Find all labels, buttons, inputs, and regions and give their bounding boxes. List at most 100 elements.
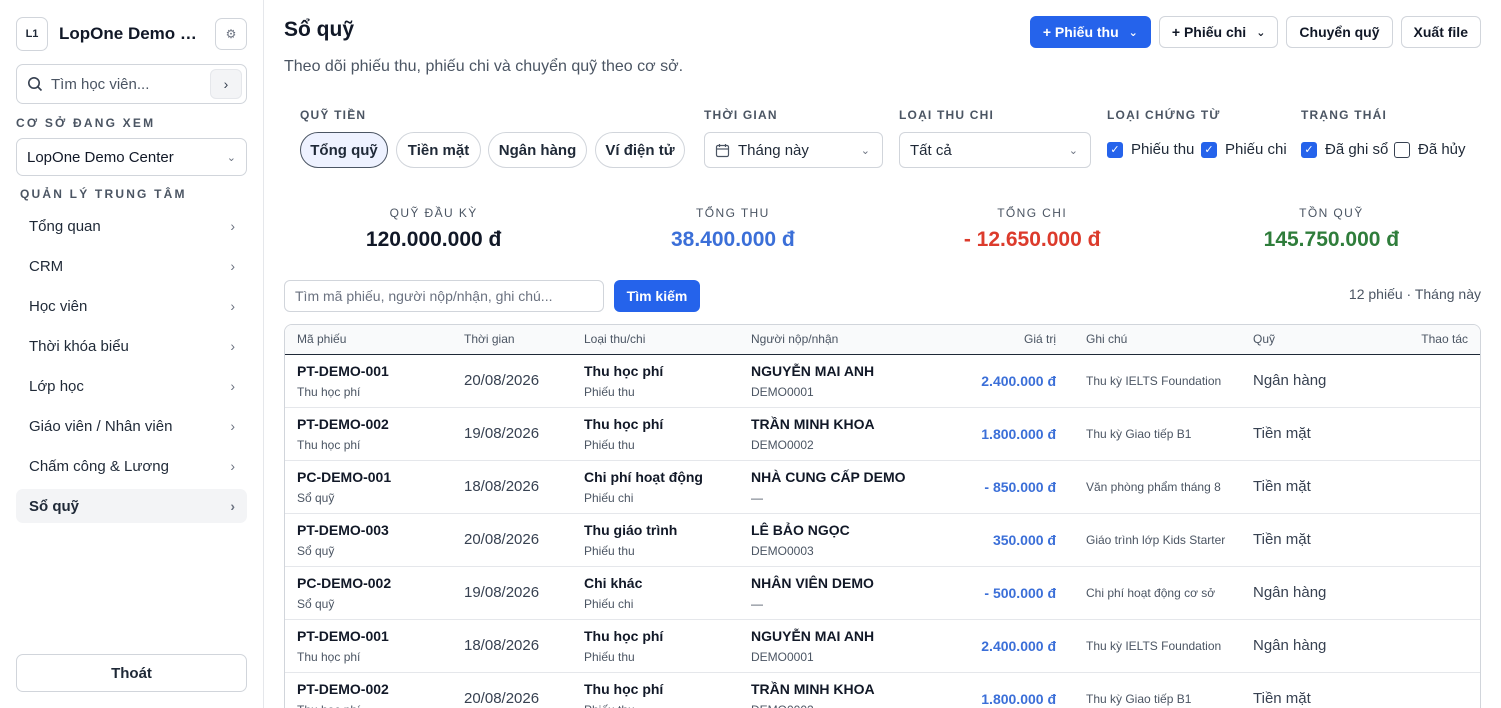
gear-icon[interactable]: ⚙ — [215, 18, 247, 50]
col-time[interactable]: Thời gian — [452, 325, 572, 355]
sidebar-item-staff[interactable]: Giáo viên / Nhân viên › — [16, 409, 247, 443]
time-select[interactable]: Tháng này ⌄ — [704, 132, 883, 168]
stat-expense: Tổng chi - 12.650.000 đ — [883, 206, 1182, 262]
search-button[interactable]: Tìm kiếm — [614, 280, 700, 312]
table-row[interactable]: PT-DEMO-001 Thu học phí 20/08/2026 Thu học … — [285, 354, 1480, 408]
fund-pill-ewallet[interactable]: Ví điện tử — [595, 132, 685, 168]
sidebar-item-overview[interactable]: Tổng quan › — [16, 209, 247, 243]
voucher-code[interactable]: PT-DEMO-002 — [297, 681, 452, 697]
sidebar-item-classes[interactable]: Lớp học › — [16, 369, 247, 403]
checkbox-empty-icon — [1394, 141, 1410, 158]
chevron-right-icon: › — [230, 218, 235, 234]
new-receipt-button[interactable]: + Phiếu thu ⌄ — [1029, 16, 1151, 48]
voucher-person: NHÂN VIÊN DEMO — [751, 574, 874, 591]
voucher-code[interactable]: PC-DEMO-002 — [297, 575, 452, 591]
export-button[interactable]: Xuất file — [1400, 16, 1481, 48]
voucher-type: Chi khác — [584, 574, 643, 591]
sidebar-item-students[interactable]: Học viên › — [16, 289, 247, 323]
logout-button[interactable]: Thoát — [16, 654, 247, 692]
voucher-code[interactable]: PT-DEMO-003 — [297, 522, 452, 538]
sidebar-item-label: Thời khóa biểu — [29, 337, 129, 355]
table-row[interactable]: PT-DEMO-002 Thu học phí 19/08/2026 Thu học … — [285, 407, 1480, 461]
voucher-code-sub: Thu học phí — [297, 649, 361, 664]
table-row[interactable]: PT-DEMO-002Thu học phí20/08/2026Thu học … — [285, 672, 1480, 708]
cell-note: Thu kỳ IELTS Foundation — [1074, 354, 1241, 408]
sidebar-item-payroll[interactable]: Chấm công & Lương › — [16, 449, 247, 483]
new-payment-button[interactable]: + Phiếu chi ⌄ — [1158, 16, 1279, 48]
type-select[interactable]: Tất cả ⌄ — [899, 132, 1091, 168]
chevron-right-icon: › — [230, 338, 235, 354]
chevron-right-icon: › — [230, 298, 235, 314]
stat-value: 120.000.000 đ — [365, 228, 502, 251]
doc-receipt-checkbox[interactable]: ✓ Phiếu thu — [1107, 141, 1194, 158]
col-type[interactable]: Loại thu/chi — [572, 325, 739, 355]
voucher-code[interactable]: PT-DEMO-002 — [297, 416, 452, 432]
cell-actions — [1361, 566, 1480, 620]
voucher-code[interactable]: PC-DEMO-001 — [297, 469, 452, 485]
sidebar-item-timetable[interactable]: Thời khóa biểu › — [16, 329, 247, 363]
cell-person: NGUYỄN MAI ANH DEMO0001 — [739, 619, 919, 673]
voucher-type-sub: Phiếu chi — [584, 596, 634, 611]
fund-pill-cash[interactable]: Tiền mặt — [396, 132, 481, 168]
table-row[interactable]: PC-DEMO-002 Sổ quỹ 19/08/2026 Chi khác Phiếu… — [285, 566, 1480, 620]
fund-pill-bank[interactable]: Ngân hàng — [488, 132, 587, 168]
voucher-code-sub: Thu học phí — [297, 703, 452, 708]
cell-note: Thu kỳ Giao tiếp B1 — [1074, 407, 1241, 461]
status-filter-label: Trạng thái — [1301, 108, 1387, 122]
search-icon — [28, 77, 43, 92]
cell-type: Thu học phí Phiếu thu — [572, 354, 739, 408]
student-search-placeholder: Tìm học viên... — [51, 75, 150, 93]
voucher-code[interactable]: PT-DEMO-001 — [297, 628, 452, 644]
col-fund[interactable]: Quỹ — [1241, 325, 1361, 355]
logo[interactable]: L1 — [16, 17, 48, 51]
fund-pill-total[interactable]: Tổng quỹ — [300, 132, 388, 168]
transfer-button[interactable]: Chuyển quỹ — [1286, 16, 1393, 48]
voucher-type: Thu học phí — [584, 627, 664, 644]
cell-note: Thu kỳ IELTS Foundation — [1074, 619, 1241, 673]
voucher-person-sub: — — [751, 596, 763, 611]
doc-payment-checkbox[interactable]: ✓ Phiếu chi — [1201, 141, 1287, 158]
table-row[interactable]: PC-DEMO-001 Sổ quỹ 18/08/2026 Chi phí hoạt … — [285, 460, 1480, 514]
cell-type: Thu học phí Phiếu thu — [572, 672, 739, 708]
time-filter-label: Thời gian — [704, 108, 778, 122]
cell-type: Thu học phí Phiếu thu — [572, 619, 739, 673]
stat-value: - 12.650.000 đ — [963, 228, 1101, 251]
col-code[interactable]: Mã phiếu — [285, 325, 452, 355]
col-amount[interactable]: Giá trị — [919, 325, 1074, 355]
table-row[interactable]: PT-DEMO-001 Thu học phí 18/08/2026 Thu học … — [285, 619, 1480, 673]
col-person[interactable]: Người nộp/nhận — [739, 325, 919, 355]
voucher-note: Văn phòng phẩm tháng 8 — [1086, 479, 1221, 494]
branch-section-label: Cơ sở đang xem — [16, 116, 156, 130]
voucher-search-input[interactable]: Tìm mã phiếu, người nộp/nhận, ghi chú... — [284, 280, 604, 312]
voucher-person-sub: — — [751, 490, 763, 505]
voucher-person: NGUYỄN MAI ANH — [751, 627, 875, 644]
status-cancelled-label: Đã hủy — [1418, 141, 1466, 158]
sidebar-item-cashbook[interactable]: Sổ quỹ › — [16, 489, 247, 523]
filters: Quỹ tiền Tổng quỹ Tiền mặt Ngân hàng Ví … — [300, 108, 1485, 172]
cell-code: PC-DEMO-001 Sổ quỹ — [285, 460, 452, 514]
branch-select[interactable]: LopOne Demo Center ⌄ — [16, 138, 247, 176]
status-posted-label: Đã ghi sổ — [1325, 141, 1389, 158]
cell-code: PT-DEMO-001 Thu học phí — [285, 354, 452, 408]
search-go-button[interactable]: › — [210, 69, 242, 99]
sidebar: L1 LopOne Demo Center ⚙ Tìm học viên... … — [0, 0, 264, 708]
cell-amount: 1.800.000 đ — [919, 407, 1074, 461]
page-subtitle: Theo dõi phiếu thu, phiếu chi và chuyển … — [284, 58, 684, 75]
table-row[interactable]: PT-DEMO-003 Sổ quỹ 20/08/2026 Thu giáo trìn… — [285, 513, 1480, 567]
doc-payment-label: Phiếu chi — [1225, 141, 1287, 158]
voucher-code[interactable]: PT-DEMO-001 — [297, 363, 452, 379]
time-value: Tháng này — [738, 141, 809, 159]
cell-code: PT-DEMO-001 Thu học phí — [285, 619, 452, 673]
col-note[interactable]: Ghi chú — [1074, 325, 1241, 355]
voucher-type-sub: Phiếu thu — [584, 649, 635, 664]
voucher-type: Thu học phí — [584, 680, 664, 697]
status-posted-checkbox[interactable]: ✓ Đã ghi sổ — [1301, 141, 1388, 158]
status-cancelled-checkbox[interactable]: Đã hủy — [1394, 141, 1466, 158]
cell-fund: Ngân hàng — [1241, 354, 1361, 408]
stat-label: Tổng thu — [696, 206, 770, 220]
chevron-right-icon: › — [230, 458, 235, 474]
table-header-row: Mã phiếu Thời gian Loại thu/chi Người nộ… — [285, 325, 1480, 355]
sidebar-item-crm[interactable]: CRM › — [16, 249, 247, 283]
voucher-type: Thu học phí — [584, 415, 664, 432]
student-search-input[interactable]: Tìm học viên... › — [16, 64, 247, 104]
